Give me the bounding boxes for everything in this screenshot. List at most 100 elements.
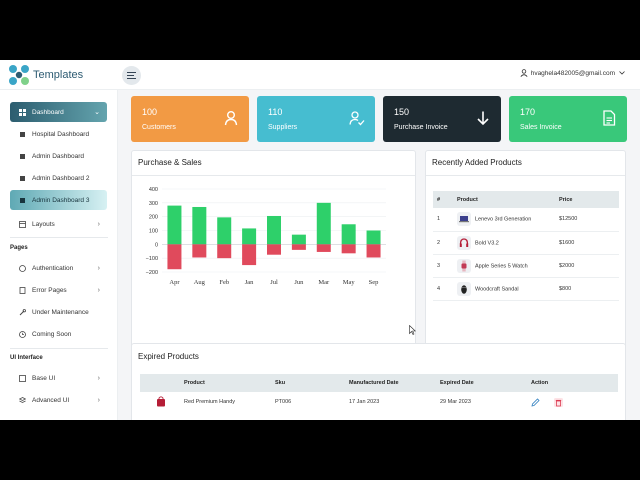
y-tick-label: 100 <box>149 229 158 235</box>
sidebar-item-base-ui[interactable]: Base UI › <box>10 368 107 388</box>
delete-icon[interactable] <box>553 397 563 407</box>
purchase-bar[interactable] <box>192 206 207 245</box>
sales-bar[interactable] <box>291 244 306 250</box>
panel-divider <box>132 175 415 176</box>
document-icon <box>603 110 616 126</box>
shield-icon <box>18 264 26 272</box>
purchase-bar[interactable] <box>217 217 232 245</box>
purchase-bar[interactable] <box>267 215 281 245</box>
sidebar-item-admin-dashboard-2[interactable]: Admin Dashboard 2 <box>10 168 107 188</box>
column-header: Action <box>527 374 618 392</box>
stat-card-sales-invoice[interactable]: 170 Sales Invoice <box>509 96 627 142</box>
sidebar-item-error-pages[interactable]: Error Pages › <box>10 280 107 300</box>
table-row[interactable]: 3 Apple Series 5 Watch $2000 <box>433 254 619 278</box>
square-icon <box>18 174 26 182</box>
purchase-bar[interactable] <box>167 205 182 245</box>
y-tick-label: 300 <box>149 201 158 207</box>
sidebar-item-label: Authentication <box>32 264 74 272</box>
stat-label: Purchase Invoice <box>394 124 448 131</box>
sidebar-item-admin-dashboard[interactable]: Admin Dashboard <box>10 146 107 166</box>
panel-title: Purchase & Sales <box>138 158 202 167</box>
table-row[interactable]: 4 Woodcraft Sandal $800 <box>433 277 619 301</box>
edit-icon[interactable] <box>531 397 540 407</box>
square-icon <box>18 130 26 138</box>
column-header: Sku <box>271 374 345 392</box>
stat-label: Suppliers <box>268 124 298 131</box>
stat-card-purchase-invoice[interactable]: 150 Purchase Invoice <box>383 96 501 142</box>
stat-value: 110 <box>268 107 283 117</box>
x-tick-label: Apr <box>169 279 180 286</box>
stat-value: 100 <box>142 107 158 117</box>
sidebar-item-label: Base UI <box>32 374 56 382</box>
stat-card-suppliers[interactable]: 110 Suppliers <box>257 96 375 142</box>
column-header: Product <box>180 374 271 392</box>
purchase-bar[interactable] <box>366 230 381 245</box>
sales-bar[interactable] <box>316 244 331 252</box>
purchase-bar[interactable] <box>291 234 306 245</box>
sidebar-item-admin-dashboard-3[interactable]: Admin Dashboard 3 <box>10 190 107 210</box>
purchase-bar[interactable] <box>316 202 331 245</box>
sales-bar[interactable] <box>242 244 257 266</box>
product-price: $1600 <box>555 231 619 255</box>
stat-value: 170 <box>520 107 536 117</box>
layout-icon <box>18 220 26 228</box>
wrench-icon <box>18 308 26 316</box>
table-row[interactable]: 1 Lenevo 3rd Generation $12500 <box>433 208 619 232</box>
sidebar-item-label: Layouts <box>32 220 55 228</box>
sidebar-item-authentication[interactable]: Authentication › <box>10 258 107 278</box>
expired-products-panel: Expired Products Product Sku Manufacture… <box>131 343 626 420</box>
grid-icon <box>18 108 26 116</box>
sidebar-divider <box>10 237 108 238</box>
sidebar-item-advanced-ui[interactable]: Advanced UI › <box>10 390 107 410</box>
sidebar-section-pages: Pages <box>10 245 28 251</box>
sidebar-item-label: Advanced UI <box>32 396 70 404</box>
sales-bar[interactable] <box>267 244 281 255</box>
chevron-right-icon: › <box>97 220 100 228</box>
y-tick-label: 200 <box>149 215 158 221</box>
user-menu[interactable]: hvaghela482005@gmail.com <box>520 69 628 77</box>
product-name: Lenevo 3rd Generation <box>475 216 532 223</box>
panel-title: Expired Products <box>138 352 199 361</box>
recent-products-table: # Product Price 1 Lenevo 3rd Generation … <box>433 191 619 301</box>
stat-label: Sales Invoice <box>520 124 562 131</box>
sidebar-item-under-maintenance[interactable]: Under Maintenance <box>10 302 107 322</box>
table-row[interactable]: 2 Bold V3.2 $1600 <box>433 231 619 255</box>
sales-bar[interactable] <box>217 244 232 259</box>
watch-icon <box>457 258 471 273</box>
column-header: # <box>433 191 453 208</box>
table-row[interactable]: Red Premium Handy PT006 17 Jan 2023 29 M… <box>140 392 618 412</box>
sales-bar[interactable] <box>192 244 207 258</box>
column-header: Manufactured Date <box>345 374 436 392</box>
sales-bar[interactable] <box>341 244 356 254</box>
sidebar-item-label: Dashboard <box>32 108 64 116</box>
chevron-right-icon: › <box>97 396 100 404</box>
sidebar-item-layouts[interactable]: Layouts › <box>10 214 107 234</box>
manufactured-date: 17 Jan 2023 <box>349 399 380 405</box>
y-tick-label: −200 <box>146 270 158 276</box>
product-cell: Woodcraft Sandal <box>453 277 555 301</box>
x-tick-label: Aug <box>194 279 206 286</box>
menu-toggle-button[interactable] <box>122 66 141 85</box>
purchase-bar[interactable] <box>341 224 356 245</box>
purchase-bar[interactable] <box>242 228 257 245</box>
sidebar-section-ui-interface: UI Interface <box>10 355 43 361</box>
column-header <box>140 374 180 392</box>
product-price: $800 <box>555 277 619 301</box>
sales-bar[interactable] <box>366 244 381 258</box>
product-name: Apple Series 5 Watch <box>475 262 528 269</box>
sidebar-item-dashboard[interactable]: Dashboard ⌄ <box>10 102 107 122</box>
square-icon <box>18 152 26 160</box>
product-image-cell <box>140 392 180 412</box>
panel-divider <box>426 175 625 176</box>
product-name: Woodcraft Sandal <box>475 285 519 292</box>
brand-name: Templates <box>33 69 84 81</box>
row-number: 1 <box>433 208 453 232</box>
user-icon <box>224 111 238 126</box>
brand-logo[interactable]: Templates <box>8 64 83 86</box>
column-header: Price <box>555 191 619 208</box>
sidebar-item-hospital-dashboard[interactable]: Hospital Dashboard <box>10 124 107 144</box>
sales-bar[interactable] <box>167 244 182 270</box>
stat-card-customers[interactable]: 100 Customers <box>131 96 249 142</box>
sidebar-item-coming-soon[interactable]: Coming Soon <box>10 324 107 344</box>
sidebar-item-label: Admin Dashboard <box>32 152 85 160</box>
